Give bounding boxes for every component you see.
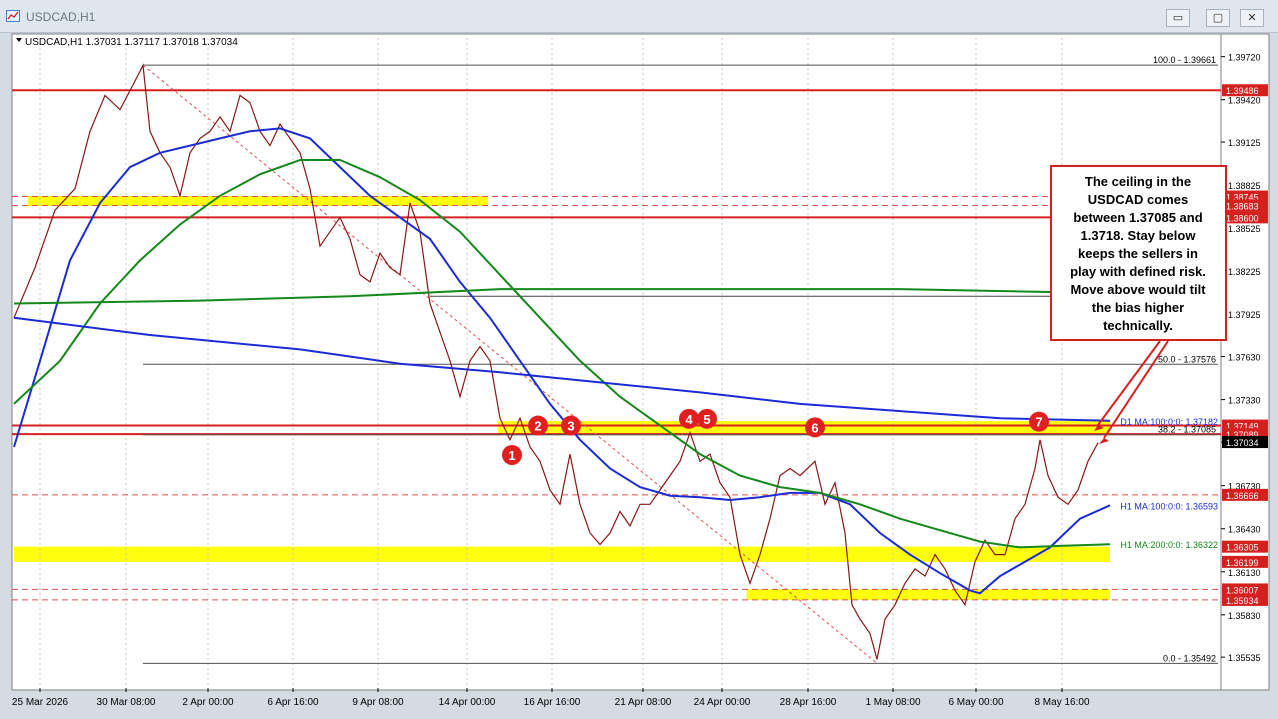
ma-label: D1 MA:100:0:0: 1.37182 bbox=[1120, 417, 1218, 427]
x-tick-label: 2 Apr 00:00 bbox=[182, 697, 234, 708]
chart-canvas: 100.0 - 1.3966150.0 - 1.3757638.2 - 1.37… bbox=[11, 33, 1270, 708]
zone-band bbox=[497, 421, 1110, 435]
zone-band bbox=[27, 196, 488, 207]
marker-label: 6 bbox=[811, 420, 818, 435]
chart-info-header: USDCAD,H1 1.37031 1.37117 1.37018 1.3703… bbox=[25, 37, 238, 48]
price-label-text: 1.38683 bbox=[1226, 201, 1259, 211]
price-label-text: 1.37034 bbox=[1226, 438, 1259, 448]
chart-window: USDCAD,H1 ▭ ▢ ✕ 100.0 - 1.39661 50.0 - 1.… bbox=[0, 0, 1278, 719]
y-tick-label: 1.36130 bbox=[1228, 568, 1261, 578]
ma-label: H1 MA:100:0:0: 1.36593 bbox=[1120, 501, 1218, 511]
price-label-text: 1.38600 bbox=[1226, 213, 1259, 223]
annotation-line: USDCAD comes bbox=[1088, 192, 1188, 207]
y-tick-label: 1.39720 bbox=[1228, 53, 1261, 63]
marker-label: 5 bbox=[703, 412, 710, 427]
y-tick-label: 1.38225 bbox=[1228, 267, 1261, 277]
x-tick-label: 6 Apr 16:00 bbox=[267, 697, 319, 708]
annotation-line: the bias higher bbox=[1092, 300, 1184, 315]
fib-level-label: 50.0 - 1.37576 bbox=[1158, 354, 1216, 364]
y-tick-label: 1.37630 bbox=[1228, 353, 1261, 363]
x-tick-label: 8 May 16:00 bbox=[1034, 697, 1089, 708]
annotation-line: keeps the sellers in bbox=[1078, 246, 1198, 261]
y-tick-label: 1.39125 bbox=[1228, 138, 1261, 148]
y-tick-label: 1.35830 bbox=[1228, 611, 1261, 621]
fib-level-label: 100.0 - 1.39661 bbox=[1153, 55, 1216, 65]
numbered-marker: 1 bbox=[502, 444, 522, 465]
annotation-line: Move above would tilt bbox=[1070, 282, 1206, 297]
x-tick-label: 28 Apr 16:00 bbox=[780, 697, 837, 708]
price-label-text: 1.35934 bbox=[1226, 596, 1259, 606]
annotation-line: between 1.37085 and bbox=[1073, 210, 1202, 225]
numbered-marker: 2 bbox=[528, 415, 548, 436]
x-tick-label: 16 Apr 16:00 bbox=[524, 697, 581, 708]
y-tick-label: 1.38825 bbox=[1228, 181, 1261, 191]
x-tick-label: 21 Apr 08:00 bbox=[615, 697, 672, 708]
ma-label: H1 MA:200:0:0: 1.36322 bbox=[1120, 540, 1218, 550]
marker-label: 4 bbox=[685, 412, 693, 427]
x-tick-label: 9 Apr 08:00 bbox=[352, 697, 404, 708]
y-tick-label: 1.39420 bbox=[1228, 96, 1261, 106]
price-label-text: 1.39486 bbox=[1226, 86, 1259, 96]
numbered-marker: 3 bbox=[561, 415, 581, 436]
x-tick-label: 30 Mar 08:00 bbox=[97, 697, 156, 708]
marker-label: 1 bbox=[508, 448, 515, 463]
y-tick-label: 1.38525 bbox=[1228, 224, 1261, 234]
y-tick-label: 1.37330 bbox=[1228, 396, 1261, 406]
price-label-text: 1.36305 bbox=[1226, 543, 1259, 553]
y-tick-label: 1.35535 bbox=[1228, 653, 1261, 663]
zone-band bbox=[14, 546, 1110, 562]
y-tick-label: 1.37925 bbox=[1228, 310, 1261, 320]
x-tick-label: 14 Apr 00:00 bbox=[439, 697, 496, 708]
annotation-line: play with defined risk. bbox=[1070, 264, 1206, 279]
annotation-line: The ceiling in the bbox=[1085, 174, 1191, 189]
numbered-marker: 4 bbox=[679, 408, 699, 429]
price-label-text: 1.36666 bbox=[1226, 491, 1259, 501]
x-tick-label: 25 Mar 2026 bbox=[12, 697, 69, 708]
annotation-line: 1.3718. Stay below bbox=[1081, 228, 1197, 243]
numbered-marker: 7 bbox=[1029, 411, 1049, 432]
fib-level-label: 0.0 - 1.35492 bbox=[1163, 653, 1216, 663]
y-tick-label: 1.36430 bbox=[1228, 525, 1261, 535]
x-tick-label: 24 Apr 00:00 bbox=[694, 697, 751, 708]
marker-label: 3 bbox=[567, 419, 574, 434]
price-label-text: 1.36199 bbox=[1226, 558, 1259, 568]
x-tick-label: 1 May 08:00 bbox=[865, 697, 920, 708]
marker-label: 7 bbox=[1035, 415, 1042, 430]
numbered-marker: 6 bbox=[805, 417, 825, 438]
numbered-marker: 5 bbox=[697, 408, 717, 429]
zone-band bbox=[746, 589, 1110, 600]
marker-label: 2 bbox=[534, 419, 541, 434]
annotation-line: technically. bbox=[1103, 318, 1173, 333]
x-tick-label: 6 May 00:00 bbox=[948, 697, 1003, 708]
